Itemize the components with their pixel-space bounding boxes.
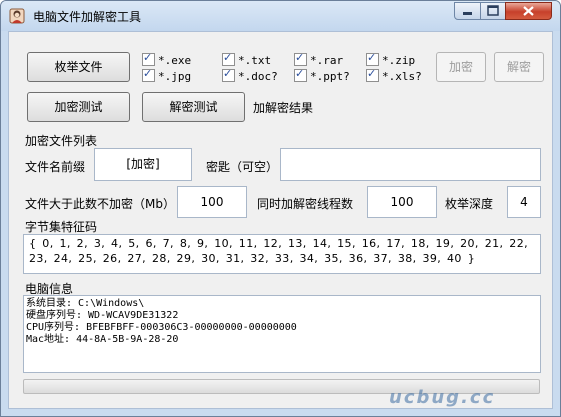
checkbox-box: ✓ [294, 67, 307, 82]
computer-info-textarea[interactable]: 系统目录: C:\Windows\ 硬盘序列号: WD-WCAV9DE31322… [23, 295, 541, 373]
decrypt-button[interactable]: 解密 [494, 52, 544, 82]
decrypt-test-button[interactable]: 解密测试 [142, 92, 245, 122]
checkbox-label: *.doc? [238, 70, 278, 83]
checkbox-box: ✓ [366, 67, 379, 82]
checkbox-box: ✓ [294, 51, 307, 66]
prefix-input[interactable]: [加密] [94, 148, 192, 181]
encrypt-button[interactable]: 加密 [436, 52, 486, 82]
depth-label: 枚举深度 [445, 197, 494, 211]
depth-input[interactable]: 4 [507, 186, 541, 218]
checkbox-label: *.zip [382, 54, 416, 67]
checkmark-icon: ✓ [367, 67, 377, 80]
checkmark-icon: ✓ [367, 51, 377, 64]
checkmark-icon: ✓ [295, 67, 305, 80]
checkmark-icon: ✓ [223, 67, 233, 80]
checkbox-box: ✓ [142, 51, 155, 66]
checkmark-icon: ✓ [295, 51, 305, 64]
checkmark-icon: ✓ [143, 67, 153, 80]
checkbox-label: *.ppt? [310, 70, 350, 83]
checkbox-label: *.jpg [158, 70, 192, 83]
checkbox-label: *.exe [158, 54, 192, 67]
checkbox-ppt[interactable]: ✓ *.ppt? [294, 67, 350, 85]
app-window: 电脑文件加解密工具 枚举文件 加密测试 解密测试 加解密结果 加密 解密 ✓ *.… [0, 0, 561, 417]
checkbox-box: ✓ [222, 67, 235, 82]
checkbox-jpg[interactable]: ✓ *.jpg [142, 67, 192, 85]
checkmark-icon: ✓ [223, 51, 233, 64]
info-system-dir: 系统目录: C:\Windows\ [26, 298, 145, 309]
charset-label: 字节集特征码 [25, 220, 98, 234]
encrypt-test-button[interactable]: 加密测试 [27, 92, 130, 122]
watermark: ucbug.cc [389, 387, 496, 408]
main-panel: 枚举文件 加密测试 解密测试 加解密结果 加密 解密 ✓ *.exe ✓ *.txt… [8, 31, 553, 409]
checkbox-box: ✓ [222, 51, 235, 66]
threads-label: 同时加解密线程数 [257, 197, 354, 211]
checkbox-label: *.rar [310, 54, 344, 67]
minimize-button[interactable] [454, 2, 481, 20]
result-label: 加解密结果 [253, 101, 314, 115]
size-limit-label: 文件大于此数不加密（Mb） [25, 197, 175, 211]
charset-value: { 0, 1, 2, 3, 4, 5, 6, 7, 8, 9, 10, 11, … [29, 237, 528, 265]
info-disk-serial: 硬盘序列号: WD-WCAV9DE31322 [26, 310, 179, 321]
prefix-label: 文件名前缀 [25, 160, 86, 174]
info-cpu-serial: CPU序列号: BFEBFBFF-000306C3-00000000-00000… [26, 322, 297, 333]
window-title: 电脑文件加解密工具 [33, 10, 142, 24]
app-icon [9, 8, 25, 24]
checkbox-label: *.xls? [382, 70, 422, 83]
checkbox-box: ✓ [142, 67, 155, 82]
minimize-icon [463, 12, 472, 15]
checkbox-doc[interactable]: ✓ *.doc? [222, 67, 278, 85]
title-bar[interactable]: 电脑文件加解密工具 [1, 1, 560, 31]
key-input[interactable] [280, 148, 541, 181]
checkbox-xls[interactable]: ✓ *.xls? [366, 67, 422, 85]
checkmark-icon: ✓ [143, 51, 153, 64]
threads-input[interactable]: 100 [367, 186, 437, 218]
checkbox-label: *.txt [238, 54, 272, 67]
maximize-button[interactable] [480, 2, 506, 20]
charset-textarea[interactable]: { 0, 1, 2, 3, 4, 5, 6, 7, 8, 9, 10, 11, … [23, 234, 541, 274]
close-icon [523, 6, 534, 16]
key-label: 密匙（可空） [206, 160, 279, 174]
info-mac-address: Mac地址: 44-8A-5B-9A-28-20 [26, 334, 179, 345]
checkbox-box: ✓ [366, 51, 379, 66]
maximize-icon [487, 5, 499, 16]
close-button[interactable] [505, 2, 552, 20]
encrypted-list-label: 加密文件列表 [25, 134, 98, 148]
size-limit-input[interactable]: 100 [177, 186, 247, 218]
enumerate-files-button[interactable]: 枚举文件 [27, 52, 130, 82]
